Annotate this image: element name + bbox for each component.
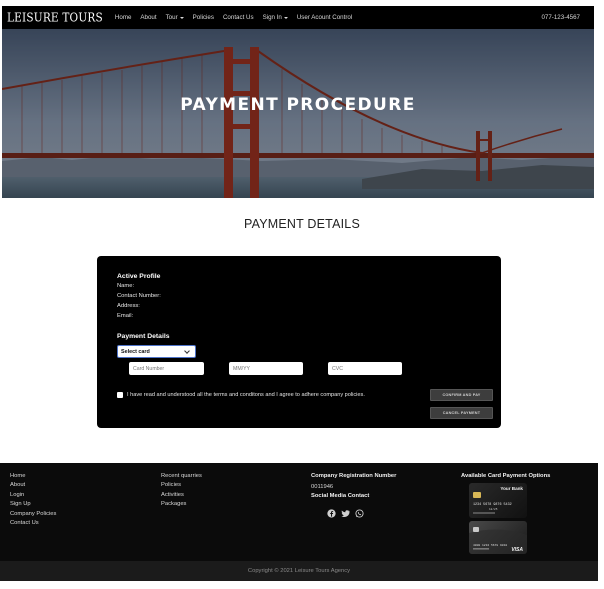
- caret-down-icon: [283, 16, 288, 19]
- page-title: PAYMENT DETAILS: [244, 217, 360, 231]
- footer-link-recent-quarries[interactable]: Recent quarries: [161, 473, 202, 479]
- card-number-input[interactable]: Card Number: [129, 362, 204, 375]
- profile-contact-label: Contact Number:: [117, 293, 161, 299]
- nav-home[interactable]: Home: [115, 14, 132, 21]
- nav-policies[interactable]: Policies: [193, 14, 214, 21]
- footer-link-sign-up[interactable]: Sign Up: [10, 501, 31, 507]
- visa-logo: VISA: [511, 547, 523, 553]
- footer-link-home[interactable]: Home: [10, 473, 25, 479]
- payment-form-card: Active Profile Name: Contact Number: Add…: [97, 256, 501, 428]
- nav-tour-label: Tour: [165, 14, 178, 21]
- social-icons: [327, 505, 364, 518]
- card-select-dropdown[interactable]: Select card: [117, 345, 196, 358]
- confirm-and-pay-button[interactable]: CONFIRM AND PAY: [430, 389, 493, 401]
- bank-card-number: 1234 5678 9876 5432: [473, 503, 512, 507]
- nav-sign-in-label: Sign In: [262, 14, 282, 21]
- cvc-input[interactable]: CVC: [328, 362, 402, 375]
- phone-number: 077-123-4567: [541, 14, 580, 21]
- bank-card-graphic: Your Bank 1234 5678 9876 5432 12/25: [473, 486, 523, 514]
- nav-policies-label: Policies: [192, 14, 214, 21]
- nav-contact-label: Contact Us: [222, 14, 254, 21]
- bank-card-image: Your Bank 1234 5678 9876 5432 12/25: [469, 483, 527, 518]
- card-options-heading: Available Card Payment Options: [461, 473, 551, 479]
- chevron-down-icon: [184, 348, 190, 354]
- footer-link-company-policies[interactable]: Company Policies: [10, 511, 56, 517]
- whatsapp-icon[interactable]: [355, 505, 364, 518]
- nav-sign-in-dropdown[interactable]: Sign In: [263, 14, 288, 21]
- twitter-icon[interactable]: [341, 505, 350, 517]
- cancel-payment-button[interactable]: CANCEL PAYMENT: [430, 407, 493, 419]
- hero-title: PAYMENT PROCEDURE: [180, 95, 416, 115]
- footer-link-login[interactable]: Login: [10, 492, 24, 498]
- cvc-placeholder: CVC: [332, 365, 343, 372]
- terms-agreement: I have read and understood all the terms…: [117, 392, 365, 398]
- payment-details-heading: Payment Details: [117, 333, 170, 340]
- copyright-text: Copyright © 2021 Leisure Tours Agency: [247, 568, 351, 574]
- registration-heading: Company Registration Number: [311, 473, 397, 479]
- site-footer: Home About Login Sign Up Company Policie…: [0, 463, 598, 561]
- footer-link-policies[interactable]: Policies: [161, 482, 181, 488]
- copyright-bar: Copyright © 2021 Leisure Tours Agency: [0, 561, 598, 581]
- visa-card-graphic: 4000 1234 5678 9010 VISA: [469, 527, 527, 554]
- nav-home-label: Home: [114, 14, 132, 21]
- nav-user-account-control[interactable]: User Acount Control: [297, 14, 352, 21]
- profile-address-label: Address:: [117, 303, 140, 309]
- visa-card-number: 4000 1234 5678 9010: [473, 544, 507, 547]
- terms-checkbox[interactable]: [117, 392, 123, 398]
- nav-contact-us[interactable]: Contact Us: [223, 14, 254, 21]
- visa-card-image: 4000 1234 5678 9010 VISA: [469, 521, 527, 554]
- bank-card-expiry: 12/25: [489, 507, 498, 511]
- card-number-placeholder: Card Number: [133, 365, 165, 372]
- terms-text: I have read and understood all the terms…: [127, 392, 365, 398]
- registration-number: 0011946: [311, 484, 334, 490]
- footer-link-packages[interactable]: Packages: [161, 501, 186, 507]
- brand-logo[interactable]: LEISURE TOURS: [7, 11, 103, 25]
- top-navbar: LEISURE TOURS Home About Tour Policies C…: [2, 6, 594, 29]
- hero-banner: PAYMENT PROCEDURE: [2, 29, 594, 198]
- caret-down-icon: [179, 16, 184, 19]
- expiry-placeholder: MM/YY: [233, 365, 251, 372]
- footer-link-about[interactable]: About: [10, 482, 25, 488]
- facebook-icon[interactable]: [327, 505, 336, 518]
- expiry-input[interactable]: MM/YY: [229, 362, 303, 375]
- footer-link-contact-us[interactable]: Contact Us: [10, 520, 39, 526]
- social-media-heading: Social Media Contact: [311, 493, 370, 499]
- nav-user-account-label: User Acount Control: [296, 14, 353, 21]
- nav-about-label: About: [140, 14, 157, 21]
- active-profile-heading: Active Profile: [117, 273, 161, 280]
- profile-email-label: Email:: [117, 313, 134, 319]
- nav-about[interactable]: About: [140, 14, 156, 21]
- nav-tour-dropdown[interactable]: Tour: [166, 14, 184, 21]
- bank-card-bank-name: Your Bank: [500, 486, 523, 491]
- footer-link-activities[interactable]: Activities: [161, 492, 184, 498]
- card-select-value: Select card: [121, 348, 150, 355]
- profile-name-label: Name:: [117, 283, 135, 289]
